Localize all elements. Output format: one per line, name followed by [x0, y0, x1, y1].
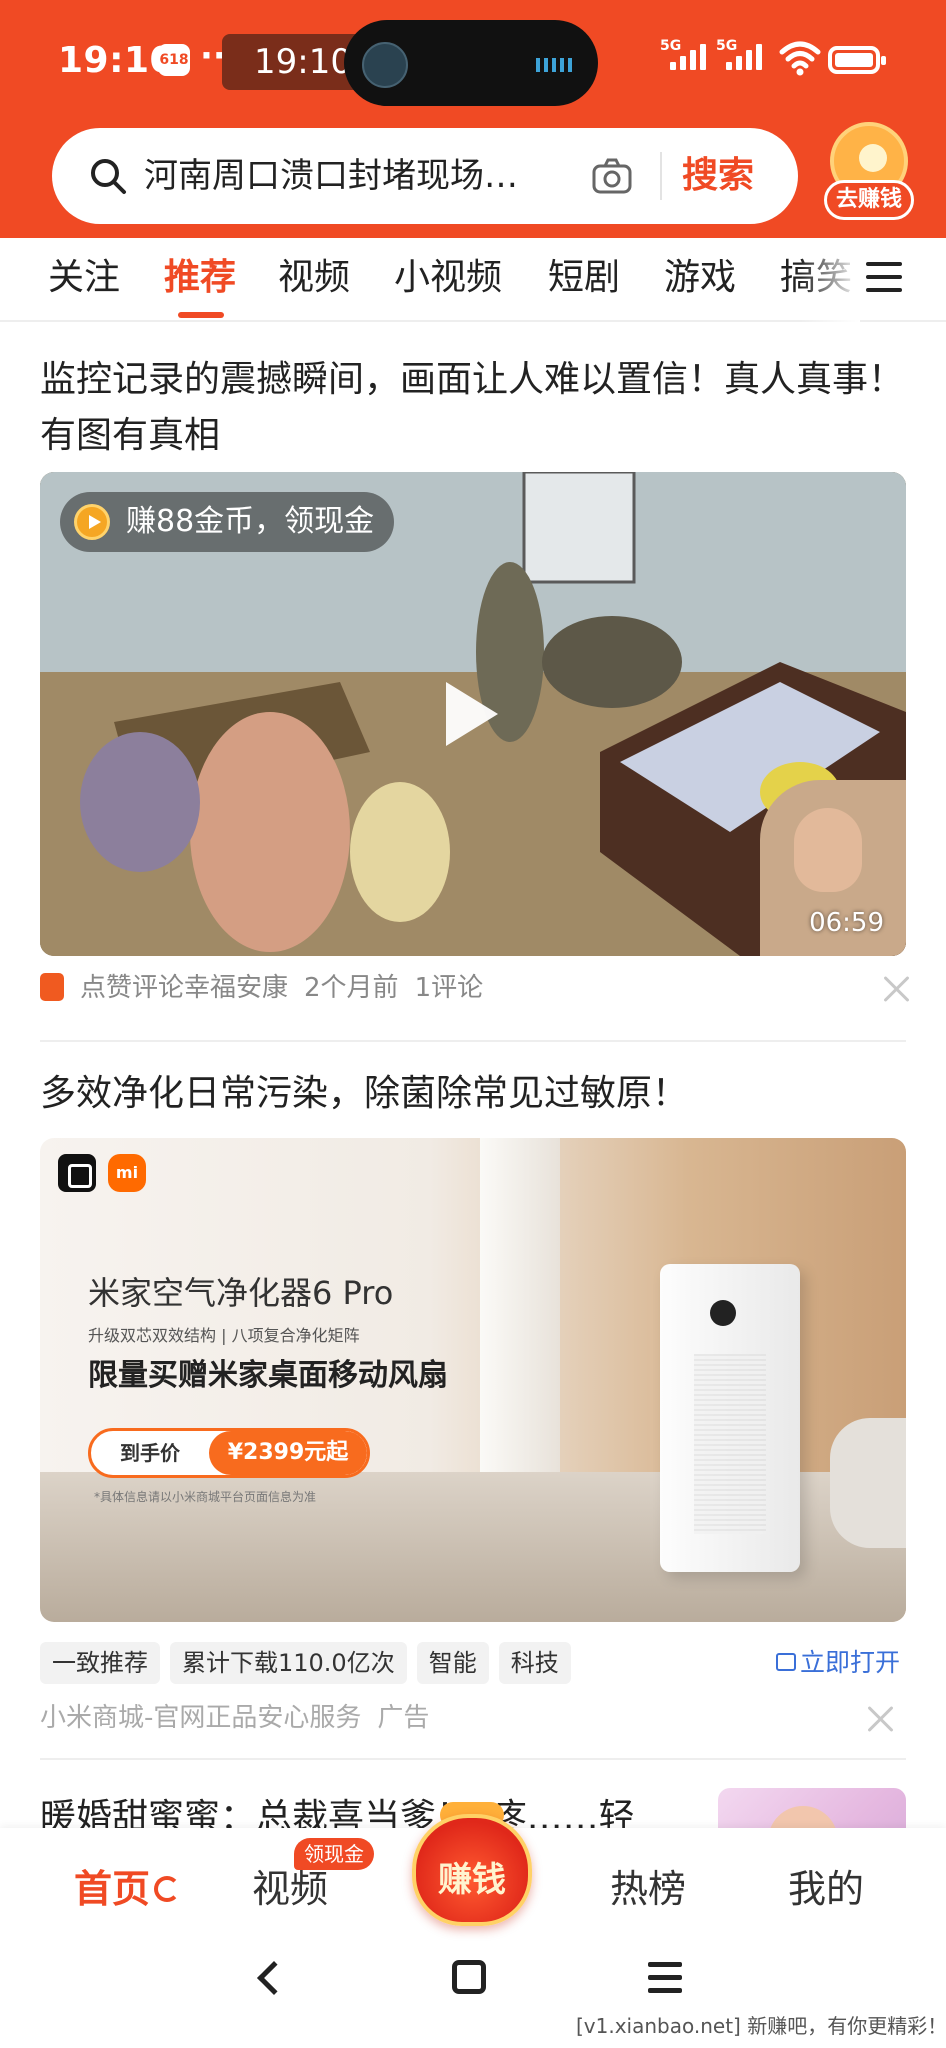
stool-image	[830, 1418, 906, 1548]
purifier-grille	[694, 1354, 766, 1534]
earn-money-label: 去赚钱	[824, 180, 914, 220]
mi-logo-icon: mi	[108, 1154, 146, 1192]
refresh-icon	[154, 1875, 181, 1902]
signal-bars-2-icon	[726, 44, 762, 70]
ad-tag: 一致推荐	[40, 1642, 160, 1684]
dynamic-island	[344, 20, 598, 106]
app-screen: 19:10 618 ··· 19:10:10 5G 5G 河南周口溃口封堵现场……	[0, 0, 946, 2048]
article-comments[interactable]: 1评论	[415, 973, 484, 1003]
ad-tag: 智能	[416, 1642, 489, 1684]
ad-banner[interactable]: mi 米家空气净化器6 Pro 升级双芯双效结构 | 八项复合净化矩阵 限量买赠…	[40, 1138, 906, 1622]
nav-hot-list[interactable]: 热榜	[610, 1864, 686, 1914]
tabs-fade	[800, 238, 860, 322]
article-meta: 点赞评论幸福安康 2个月前 1评论	[40, 968, 499, 1008]
app-badge-618: 618	[158, 44, 190, 76]
search-icon	[91, 159, 126, 194]
tab-video[interactable]: 视频	[278, 256, 350, 300]
ad-meta: 小米商城-官网正品安心服务 广告	[40, 1698, 445, 1738]
video-duration: 06:59	[809, 908, 884, 938]
camera-icon[interactable]	[590, 154, 634, 198]
advertiser-name[interactable]: 小米商城-官网正品安心服务	[40, 1703, 361, 1733]
ad-tag: 科技	[498, 1642, 571, 1684]
wifi-icon	[779, 41, 821, 76]
signal-bars-1-icon	[670, 44, 706, 70]
battery-icon	[828, 46, 886, 74]
search-button[interactable]: 搜索	[682, 148, 754, 204]
ad-product-subtitle: 升级双芯双效结构 | 八项复合净化矩阵	[88, 1326, 360, 1345]
tab-games[interactable]: 游戏	[664, 256, 736, 300]
feed-divider	[40, 1758, 906, 1760]
tab-recommend[interactable]: 推荐	[164, 256, 236, 300]
price-label: 到手价	[120, 1441, 180, 1465]
search-input[interactable]: 河南周口溃口封堵现场…	[144, 148, 584, 204]
video-thumbnail[interactable]: 赚88金币，领现金 06:59	[40, 472, 906, 956]
tab-follow[interactable]: 关注	[48, 256, 120, 300]
coin-reward-text: 赚88金币，领现金	[126, 504, 375, 539]
article-title[interactable]: 监控记录的震撼瞬间，画面让人难以置信！真人真事！有图有真相	[40, 352, 910, 464]
nav-home[interactable]: 首页	[74, 1864, 181, 1914]
recents-menu-icon[interactable]	[648, 1962, 682, 2001]
nav-earn[interactable]: 赚钱	[412, 1814, 532, 1926]
nav-home-label: 首页	[74, 1867, 151, 1911]
nav-video[interactable]: 视频	[252, 1864, 328, 1914]
ad-tag: 累计下载110.0亿次	[170, 1642, 407, 1684]
coin-reward-pill[interactable]: 赚88金币，领现金	[60, 492, 395, 552]
article-author[interactable]: 点赞评论幸福安康	[80, 973, 288, 1003]
tab-short-drama[interactable]: 短剧	[548, 256, 620, 300]
tab-short-video[interactable]: 小视频	[394, 256, 502, 300]
ad-label: 广告	[377, 1703, 430, 1733]
play-icon[interactable]	[446, 682, 498, 746]
home-square-icon[interactable]	[452, 1960, 486, 1994]
dismiss-close-icon[interactable]	[882, 974, 912, 1004]
air-purifier-image	[660, 1264, 800, 1572]
open-now-label: 立即打开	[800, 1648, 901, 1677]
active-tab-indicator	[178, 312, 224, 318]
header: 19:10 618 ··· 19:10:10 5G 5G 河南周口溃口封堵现场……	[0, 0, 946, 238]
dismiss-close-icon[interactable]	[866, 1704, 896, 1734]
search-divider	[660, 152, 662, 200]
article-time: 2个月前	[304, 973, 399, 1003]
nav-video-badge: 领现金	[294, 1838, 374, 1870]
source-icon	[40, 972, 64, 1001]
price-pill: 到手价 ¥2399元起	[88, 1428, 370, 1478]
open-now-link[interactable]: 立即打开	[776, 1642, 900, 1684]
back-icon[interactable]	[257, 1961, 291, 1995]
ad-disclaimer: *具体信息请以小米商城平台页面信息为准	[94, 1490, 317, 1504]
channel-tabs: 关注 推荐 视频 小视频 短剧 游戏 搞笑	[0, 238, 946, 322]
status-bar: 19:10 618 ··· 19:10:10 5G 5G	[0, 20, 946, 106]
island-app-icon	[362, 42, 408, 88]
price-value: ¥2399元起	[209, 1431, 367, 1475]
search-bar[interactable]: 河南周口溃口封堵现场… 搜索	[52, 128, 798, 224]
nav-mine[interactable]: 我的	[788, 1864, 864, 1914]
feed-divider	[40, 1040, 906, 1042]
earn-money-button[interactable]: 去赚钱	[824, 122, 914, 222]
ad-tags: 一致推荐 累计下载110.0亿次 智能 科技	[40, 1642, 581, 1684]
ad-product-name: 米家空气净化器6 Pro	[88, 1274, 394, 1312]
purifier-display	[710, 1300, 736, 1326]
watermark: [v1.xianbao.net] 新赚吧，有你更精彩！	[576, 2008, 946, 2044]
channel-menu-icon[interactable]	[866, 262, 902, 298]
audio-wave-icon	[536, 58, 572, 72]
mijia-logo-icon	[58, 1154, 96, 1192]
nav-earn-label: 赚钱	[438, 1860, 506, 1900]
ad-promo-text: 限量买赠米家桌面移动风扇	[88, 1358, 448, 1393]
open-app-icon	[776, 1653, 796, 1671]
ad-title[interactable]: 多效净化日常污染，除菌除常见过敏原！	[40, 1066, 910, 1122]
coin-play-icon	[74, 504, 110, 540]
